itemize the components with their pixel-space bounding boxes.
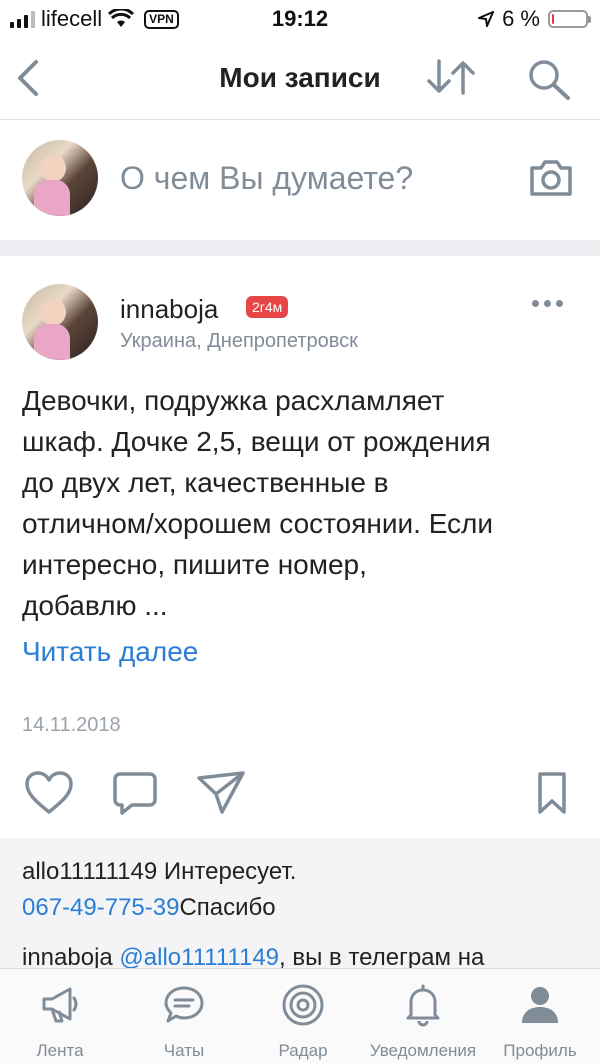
tab-label: Лента — [36, 1041, 84, 1060]
post-text-line: интересно, пишите номер, — [22, 549, 367, 580]
comment-icon[interactable] — [112, 770, 158, 816]
post-text: Девочки, подружка расхламляет шкаф. Дочк… — [22, 380, 582, 626]
comment-item[interactable]: innaboja @allo11111149, вы в телеграм на — [22, 940, 582, 968]
comment-author[interactable]: allo11111149 — [22, 858, 157, 885]
comment-text: Интересует. — [157, 858, 297, 885]
post-text-line: отличном/хорошем состоянии. Если — [22, 508, 494, 539]
post-text-line: Девочки, подружка расхламляет — [22, 385, 445, 416]
tab-label: Уведомления — [369, 1041, 477, 1060]
tab-notifications[interactable]: Уведомления — [363, 969, 483, 1064]
camera-icon[interactable] — [528, 158, 574, 198]
tab-chats[interactable]: Чаты — [124, 969, 244, 1064]
page-title: Мои записи — [219, 62, 381, 93]
bell-icon — [406, 984, 440, 1027]
post-author[interactable]: innaboja — [120, 294, 218, 325]
nav-bar: Мои записи — [0, 38, 600, 120]
tab-bar: Лента Чаты Радар Уведомления Профиль — [0, 968, 600, 1063]
comment-text: Спасибо — [179, 894, 276, 921]
person-icon — [522, 987, 558, 1023]
tab-profile[interactable]: Профиль — [480, 969, 600, 1064]
post-actions — [0, 770, 600, 820]
avatar — [22, 140, 98, 216]
post-text-line: до двух лет, качественные в — [22, 467, 389, 498]
tab-label: Профиль — [503, 1041, 577, 1060]
comment-text: , вы в телеграм на — [279, 944, 485, 968]
location-arrow-icon — [478, 11, 495, 27]
age-badge: 2г4м — [246, 296, 289, 318]
bookmark-icon[interactable] — [536, 770, 568, 816]
tab-label: Радар — [278, 1041, 328, 1060]
post-location: Украина, Днепропетровск — [120, 330, 358, 352]
share-icon[interactable] — [196, 770, 246, 816]
battery-icon — [548, 10, 591, 28]
mention-link[interactable]: @allo11111149 — [119, 944, 279, 968]
radar-icon — [282, 984, 324, 1026]
battery-percent: 6 % — [502, 6, 540, 31]
post-header: innaboja 2г4м Украина, Днепропетровск — [0, 256, 600, 366]
status-bar: lifecell VPN 19:12 6 % — [0, 0, 600, 38]
tab-label: Чаты — [163, 1041, 205, 1060]
more-options-icon[interactable] — [532, 300, 563, 307]
comment-author[interactable]: innaboja — [22, 944, 113, 968]
megaphone-icon — [42, 987, 78, 1023]
sort-icon[interactable] — [425, 57, 477, 97]
tab-feed[interactable]: Лента — [0, 969, 120, 1064]
tab-radar[interactable]: Радар — [243, 969, 363, 1064]
post-text-line: шкаф. Дочке 2,5, вещи от рождения — [22, 426, 491, 457]
phone-link[interactable]: 067-49-775-39 — [22, 894, 179, 921]
like-heart-icon[interactable] — [24, 770, 74, 816]
post-date: 14.11.2018 — [22, 714, 121, 736]
new-post-composer[interactable]: О чем Вы думаете? — [0, 120, 600, 240]
post-text-line: добавлю ... — [22, 590, 168, 621]
comments-section: allo11111149 Интересует. 067-49-775-39Сп… — [0, 838, 600, 968]
composer-placeholder[interactable]: О чем Вы думаете? — [120, 160, 413, 197]
section-divider — [0, 240, 600, 256]
search-icon[interactable] — [526, 58, 572, 100]
read-more-link[interactable]: Читать далее — [22, 636, 198, 668]
chat-icon — [164, 986, 204, 1023]
author-avatar[interactable] — [22, 284, 98, 360]
comment-item[interactable]: allo11111149 Интересует. 067-49-775-39Сп… — [22, 854, 582, 926]
